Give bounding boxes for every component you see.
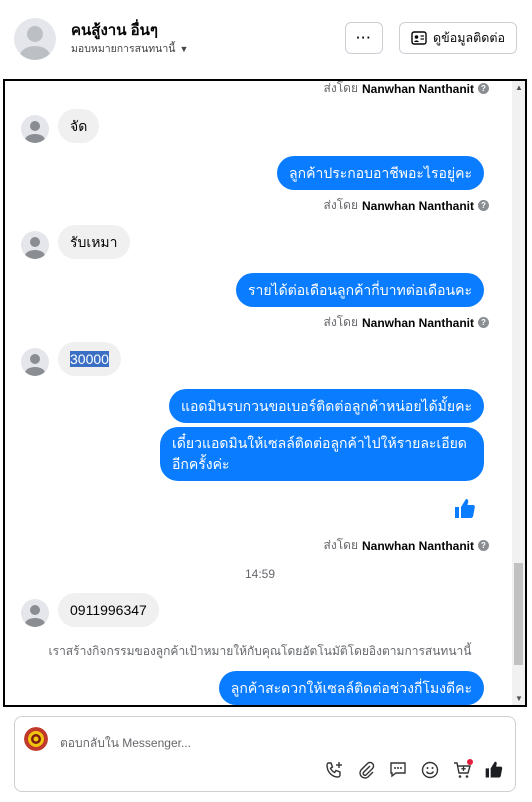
customer-avatar	[21, 599, 49, 627]
info-icon[interactable]: ?	[478, 200, 489, 211]
sender-name: Nanwhan Nanthanit	[361, 315, 474, 330]
contact-card-icon	[411, 31, 427, 45]
view-contact-label: ดูข้อมูลติดต่อ	[433, 31, 505, 45]
assign-label: มอบหมายการสนทนานี้	[71, 43, 176, 55]
scroll-thumb[interactable]	[514, 563, 523, 665]
outgoing-message: แอดมินรบกวนขอเบอร์ติดต่อลูกค้าหน่อยได้มั…	[168, 389, 484, 423]
scrollbar[interactable]: ▲ ▼	[512, 81, 525, 705]
customer-avatar	[21, 348, 49, 376]
incoming-message: 0911996347	[58, 593, 159, 627]
contact-avatar[interactable]	[14, 18, 56, 60]
customer-avatar	[21, 115, 49, 143]
sender-name: Nanwhan Nanthanit	[361, 198, 474, 213]
phone-add-icon[interactable]	[323, 759, 345, 781]
view-contact-button[interactable]: ดูข้อมูลติดต่อ	[399, 22, 517, 54]
sender-name: Nanwhan Nanthanit	[361, 538, 474, 553]
outgoing-message: ลูกค้าประกอบอาชีพอะไรอยู่คะ	[277, 156, 484, 190]
message-thread[interactable]: ส่งโดย Nanwhan Nanthanit? จัด ลูกค้าประกอ…	[3, 79, 527, 707]
info-icon[interactable]: ?	[478, 540, 489, 551]
system-notice: เราสร้างกิจกรรมของลูกค้าเป้าหมายให้กับคุ…	[48, 644, 472, 658]
outgoing-message: ลูกค้าสะดวกให้เซลล์ติดต่อช่วงกี่โมงดีคะ	[218, 671, 484, 705]
conversation-header: คนสู้งาน อื่นๆ มอบหมายการสนทนานี้ ▼ ··· ด…	[0, 0, 532, 80]
customer-avatar	[21, 231, 49, 259]
assign-conversation-dropdown[interactable]: มอบหมายการสนทนานี้ ▼	[71, 40, 188, 57]
sent-by-line: ส่งโดย Nanwhan Nanthanit?	[324, 196, 489, 215]
attachment-icon[interactable]	[355, 759, 377, 781]
composer-toolbar	[323, 759, 505, 781]
saved-reply-icon[interactable]	[387, 759, 409, 781]
like-sticker-icon	[455, 499, 475, 518]
contact-name: คนสู้งาน อื่นๆ	[71, 22, 158, 39]
reply-input[interactable]: ตอบกลับใน Messenger...	[60, 734, 191, 753]
outgoing-message: รายได้ต่อเดือนลูกค้ากี่บาทต่อเดือนคะ	[235, 273, 484, 307]
emoji-icon[interactable]	[419, 759, 441, 781]
like-icon[interactable]	[483, 759, 505, 781]
more-options-button[interactable]: ···	[345, 22, 383, 54]
caret-down-icon: ▼	[179, 44, 189, 54]
timestamp: 14:59	[244, 567, 276, 581]
scroll-down-icon[interactable]: ▼	[515, 694, 523, 703]
reply-composer[interactable]: ตอบกลับใน Messenger...	[14, 716, 516, 792]
scroll-up-icon[interactable]: ▲	[515, 83, 523, 92]
outgoing-message: เดี๋ยวแอดมินให้เซลล์ติดต่อลูกค้าไปให้ราย…	[160, 427, 484, 481]
sent-by-line: ส่งโดย Nanwhan Nanthanit?	[324, 536, 489, 555]
cart-icon[interactable]	[451, 759, 473, 781]
info-icon[interactable]: ?	[478, 83, 489, 94]
info-icon[interactable]: ?	[478, 317, 489, 328]
incoming-message: จัด	[58, 109, 100, 143]
sent-by-line: ส่งโดย Nanwhan Nanthanit?	[324, 81, 489, 98]
incoming-message: รับเหมา	[58, 225, 130, 259]
page-logo	[24, 727, 48, 751]
sender-name: Nanwhan Nanthanit	[361, 81, 474, 96]
selected-text: 30000	[70, 351, 109, 367]
incoming-message: 30000	[58, 342, 121, 376]
sent-by-line: ส่งโดย Nanwhan Nanthanit?	[324, 313, 489, 332]
notification-dot	[467, 759, 473, 765]
